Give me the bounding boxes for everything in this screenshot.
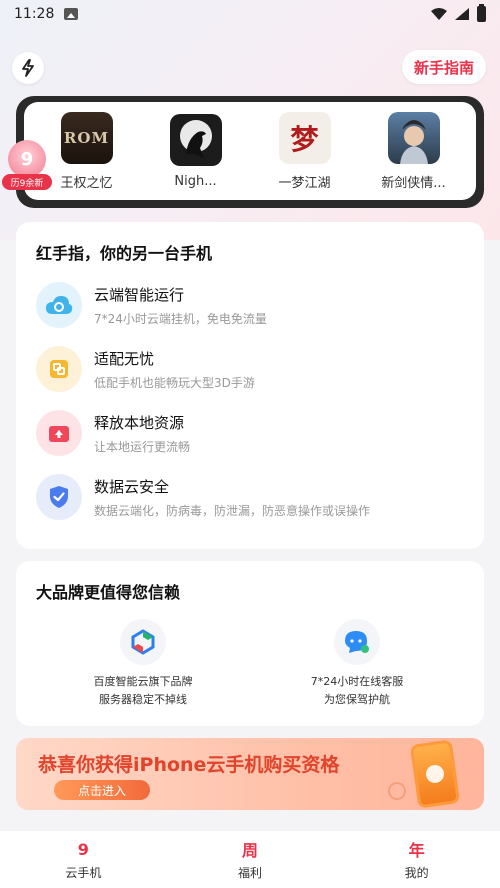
- mine-icon: 年: [408, 841, 425, 860]
- game-rom-icon: ROM: [60, 111, 113, 164]
- signal-icon: [455, 8, 469, 20]
- game-name: Nigh...: [174, 173, 217, 189]
- release-icon: [36, 410, 82, 456]
- feature-row: 数据云安全 数据云端化，防病毒，防泄漏，防恶意操作或误操作: [36, 474, 464, 520]
- bolt-icon: [22, 59, 34, 77]
- wifi-icon: [431, 8, 447, 20]
- game-item[interactable]: ROM 王权之忆: [42, 111, 132, 191]
- game-name: 一梦江湖: [278, 175, 331, 191]
- feature-row: 云端智能运行 7*24小时云端挂机，免电免流量: [36, 282, 464, 328]
- feature-row: 适配无忧 低配手机也能畅玩大型3D手游: [36, 346, 464, 392]
- shield-icon: [36, 474, 82, 520]
- feature-desc: 7*24小时云端挂机，免电免流量: [94, 311, 267, 326]
- game-raven-icon: [169, 113, 222, 166]
- feature-title: 云端智能运行: [94, 285, 185, 304]
- banner-enter-button[interactable]: 点击进入: [54, 780, 150, 800]
- feature-title: 释放本地资源: [94, 413, 185, 432]
- banner-decoration: [388, 782, 406, 800]
- adapt-icon: [36, 346, 82, 392]
- feature-title: 适配无忧: [94, 349, 155, 368]
- trust-line: 服务器稳定不掉线: [99, 693, 187, 706]
- game-name: 新剑侠情...: [381, 175, 446, 191]
- banner-text: 恭喜你获得iPhone云手机购买资格: [38, 754, 340, 776]
- status-bar: 11:28: [0, 0, 500, 28]
- feature-title: 数据云安全: [94, 477, 170, 496]
- nav-label: 云手机: [65, 866, 102, 880]
- bottom-nav: 9 云手机 周 福利 年 我的: [0, 830, 500, 888]
- trust-items: 百度智能云旗下品牌 服务器稳定不掉线 7*24小时在线客服 为您保驾护航: [36, 619, 464, 707]
- trust-line: 为您保驾护航: [324, 693, 390, 706]
- bolt-button[interactable]: [12, 52, 44, 84]
- feature-desc: 低配手机也能畅玩大型3D手游: [94, 375, 255, 390]
- features-card: 红手指，你的另一台手机 云端智能运行 7*24小时云端挂机，免电免流量 适配无忧…: [16, 222, 484, 549]
- chat-service-icon: [334, 619, 380, 665]
- feature-desc: 数据云端化，防病毒，防泄漏，防恶意操作或误操作: [94, 503, 371, 518]
- games-list: ROM 王权之忆 Nigh... 梦 一梦江湖 新剑侠情...: [24, 102, 476, 200]
- nav-tab-cloud-phone[interactable]: 9 云手机: [43, 838, 123, 881]
- promo-float-badge[interactable]: 9 历9余新: [2, 140, 52, 192]
- recent-games-panel: ROM 王权之忆 Nigh... 梦 一梦江湖 新剑侠情...: [16, 96, 484, 208]
- nav-label: 福利: [237, 866, 262, 880]
- trust-line: 7*24小时在线客服: [310, 675, 404, 688]
- nav-label: 我的: [404, 866, 429, 880]
- apple-logo-icon: [424, 763, 446, 785]
- beginner-guide-button[interactable]: 新手指南: [401, 50, 486, 84]
- battery-icon: [477, 4, 486, 22]
- promo-badge-label: 历9余新: [2, 174, 52, 190]
- trust-card: 大品牌更值得您信赖 百度智能云旗下品牌 服务器稳定不掉线 7*24小时在线客服 …: [16, 561, 484, 726]
- feature-row: 释放本地资源 让本地运行更流畅: [36, 410, 464, 456]
- status-indicators: [431, 4, 486, 22]
- game-item[interactable]: 梦 一梦江湖: [260, 111, 350, 191]
- cloud-icon: [36, 282, 82, 328]
- baidu-cloud-icon: [120, 619, 166, 665]
- phone-illustration-icon: [409, 739, 461, 809]
- game-dream-icon: 梦: [278, 111, 331, 164]
- promo-badge-icon: 9: [8, 140, 46, 178]
- game-item[interactable]: 新剑侠情...: [369, 111, 459, 191]
- welfare-icon: 周: [241, 841, 258, 860]
- trust-item: 7*24小时在线客服 为您保驾护航: [267, 619, 447, 707]
- game-name: 王权之忆: [60, 175, 113, 191]
- image-notification-icon: [64, 8, 79, 20]
- trust-item: 百度智能云旗下品牌 服务器稳定不掉线: [53, 619, 233, 707]
- status-time: 11:28: [14, 6, 55, 22]
- features-title: 红手指，你的另一台手机: [36, 244, 213, 263]
- game-swordsman-icon: [387, 111, 440, 164]
- nav-tab-welfare[interactable]: 周 福利: [210, 838, 290, 881]
- cloud-phone-icon: 9: [77, 839, 89, 859]
- iphone-promo-banner[interactable]: 恭喜你获得iPhone云手机购买资格 点击进入: [16, 738, 484, 810]
- feature-desc: 让本地运行更流畅: [94, 439, 191, 454]
- nav-tab-mine[interactable]: 年 我的: [377, 838, 457, 881]
- game-item[interactable]: Nigh...: [151, 113, 241, 189]
- trust-line: 百度智能云旗下品牌: [93, 675, 193, 688]
- trust-title: 大品牌更值得您信赖: [36, 583, 181, 602]
